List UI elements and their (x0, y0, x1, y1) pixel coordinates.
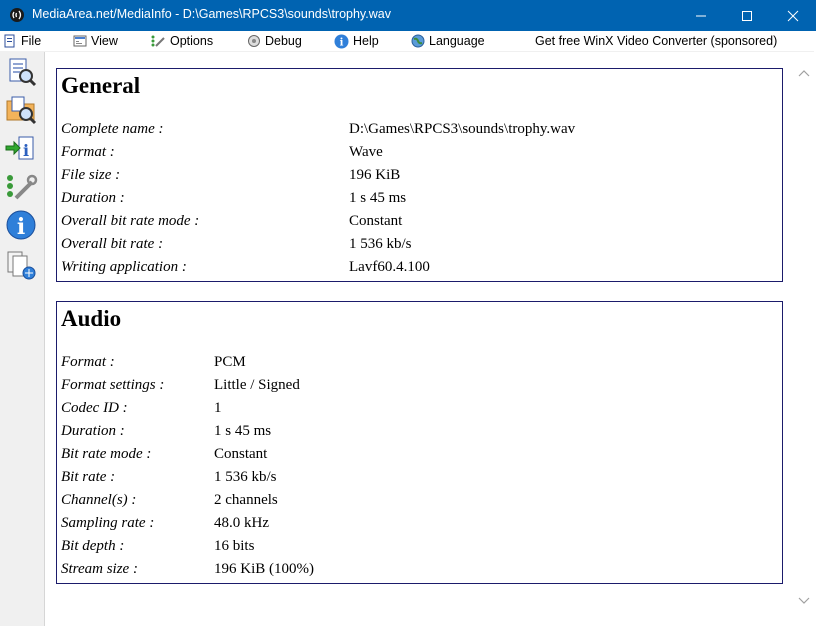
info-label: Complete name : (61, 121, 164, 137)
info-label: Codec ID : (61, 400, 128, 416)
menu-debug[interactable]: Debug (247, 32, 302, 50)
minimize-button[interactable] (678, 0, 724, 31)
preferences-icon (7, 174, 38, 200)
info-value: Constant (349, 213, 403, 229)
menu-debug-label: Debug (265, 34, 302, 48)
info-label: Overall bit rate mode : (61, 213, 200, 229)
menu-options[interactable]: Options (150, 32, 213, 50)
info-value: Constant (214, 446, 268, 462)
file-icon (4, 34, 15, 48)
minimize-icon (696, 15, 706, 17)
menu-sponsored-label: Get free WinX Video Converter (sponsored… (535, 34, 778, 48)
info-label: Duration : (61, 190, 125, 206)
info-label: File size : (61, 167, 121, 183)
open-folder-button[interactable] (4, 92, 38, 126)
report-view[interactable]: General Complete name : D:\Games\RPCS3\so… (45, 52, 794, 626)
options-button[interactable] (4, 170, 38, 204)
info-value: 2 channels (214, 492, 278, 508)
view-icon (73, 35, 87, 47)
info-label: Bit depth : (61, 538, 125, 554)
menu-bar: File View Options Debug i Help Language … (0, 31, 816, 51)
debug-icon (248, 35, 260, 47)
open-file-button[interactable] (4, 54, 38, 88)
menu-language[interactable]: Language (411, 32, 485, 50)
svg-text:i: i (340, 37, 344, 48)
info-label: Format : (61, 144, 115, 160)
menu-help-label: Help (353, 34, 379, 48)
left-toolbar: i i (0, 52, 45, 626)
general-title: General (61, 73, 141, 98)
info-label: Bit rate : (61, 469, 116, 485)
window-title: MediaArea.net/MediaInfo - D:\Games\RPCS3… (32, 7, 391, 21)
menu-sponsored[interactable]: Get free WinX Video Converter (sponsored… (535, 32, 777, 50)
info-value: PCM (214, 354, 246, 370)
open-folder-icon (6, 96, 37, 125)
close-icon (787, 10, 799, 22)
scroll-down-icon[interactable] (798, 596, 810, 606)
info-value: Little / Signed (214, 377, 300, 393)
menu-view[interactable]: View (73, 32, 118, 50)
export-button[interactable]: i (4, 132, 38, 166)
info-value: 196 KiB (349, 167, 401, 183)
open-file-icon (9, 58, 37, 87)
info-value: 1 s 45 ms (349, 190, 407, 206)
about-icon: i (6, 210, 36, 240)
info-label: Overall bit rate : (61, 236, 164, 252)
menu-file-label: File (21, 34, 42, 48)
knowledge-base-icon (7, 251, 36, 280)
info-value: 196 KiB (100%) (214, 561, 314, 577)
info-value: 1 536 kb/s (349, 236, 412, 252)
menu-view-label: View (91, 34, 118, 48)
scroll-up-icon[interactable] (798, 68, 810, 78)
about-button[interactable]: i (4, 208, 38, 242)
mediainfo-app-icon[interactable] (9, 7, 25, 23)
title-bar[interactable]: MediaArea.net/MediaInfo - D:\Games\RPCS3… (0, 0, 816, 31)
options-icon (151, 35, 165, 47)
info-label: Sampling rate : (61, 515, 155, 531)
info-value: D:\Games\RPCS3\sounds\trophy.wav (349, 121, 576, 137)
info-label: Channel(s) : (61, 492, 137, 508)
menu-language-label: Language (429, 34, 485, 48)
info-label: Stream size : (61, 561, 138, 577)
info-label: Duration : (61, 423, 125, 439)
info-value: 1 536 kb/s (214, 469, 277, 485)
help-icon: i (334, 34, 349, 48)
info-value: Lavf60.4.100 (349, 259, 430, 275)
svg-text:i: i (17, 214, 25, 240)
audio-title: Audio (61, 306, 122, 331)
menu-help[interactable]: i Help (334, 32, 379, 50)
info-value: 48.0 kHz (214, 515, 269, 531)
globe-icon (411, 34, 425, 48)
info-value: Wave (349, 144, 383, 160)
info-value: 1 (214, 400, 222, 416)
vertical-scrollbar[interactable] (794, 52, 814, 626)
general-section: General Complete name : D:\Games\RPCS3\so… (56, 68, 783, 282)
info-label: Format : (61, 354, 115, 370)
info-label: Writing application : (61, 259, 187, 275)
maximize-icon (742, 11, 752, 21)
menu-options-label: Options (170, 34, 214, 48)
menu-file[interactable]: File (3, 32, 41, 50)
export-icon: i (5, 136, 34, 160)
info-value: 16 bits (214, 538, 255, 554)
info-label: Format settings : (61, 377, 165, 393)
info-value: 1 s 45 ms (214, 423, 272, 439)
knowledge-base-button[interactable] (4, 248, 38, 282)
info-label: Bit rate mode : (61, 446, 152, 462)
close-button[interactable] (770, 0, 816, 31)
maximize-button[interactable] (724, 0, 770, 31)
audio-section: Audio Format : PCM Format settings : Little… (56, 301, 783, 584)
svg-text:i: i (23, 141, 29, 160)
